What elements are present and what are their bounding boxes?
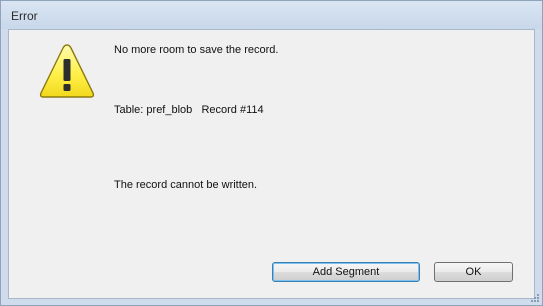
dialog-content: No more room to save the record. Table: …	[8, 29, 535, 299]
resize-grip-icon[interactable]	[528, 291, 540, 303]
ok-button[interactable]: OK	[434, 262, 513, 282]
record-detail: Table: pref_blob Record #114	[114, 104, 264, 116]
add-segment-button[interactable]: Add Segment	[272, 262, 420, 282]
error-dialog-window: Error No more room to save the record. T…	[0, 0, 543, 306]
status-message: The record cannot be written.	[114, 179, 258, 191]
title-bar[interactable]: Error	[1, 1, 542, 29]
window-title: Error	[11, 9, 38, 23]
error-message: No more room to save the record.	[114, 44, 279, 56]
warning-icon	[39, 44, 95, 98]
